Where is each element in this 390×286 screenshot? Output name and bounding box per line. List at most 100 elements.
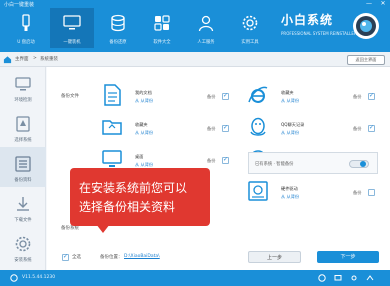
backup-card-favorites: 收藏夹 从 从背份 备份	[247, 84, 387, 112]
card-restore-link[interactable]: 从 从背份	[281, 98, 299, 104]
backup-card-my-documents: 我的文档 从 从背份 备份	[101, 84, 241, 112]
document-icon	[104, 84, 121, 106]
version-icon	[10, 274, 18, 282]
brand-subtitle: PROFESSIONAL SYSTEM REINSTALLER	[281, 31, 357, 36]
message-icon[interactable]	[334, 274, 342, 282]
qq-icon	[250, 117, 266, 136]
step-env-check[interactable]: 环境检测	[0, 67, 46, 107]
card-title: QQ聊天记录	[281, 122, 305, 127]
backup-path-label: 备份位置：	[100, 255, 123, 260]
help-icon[interactable]	[318, 274, 326, 282]
smart-backup-toggle[interactable]	[349, 160, 369, 168]
next-step-button[interactable]: 下一步	[317, 251, 379, 263]
step-label: 环境检测	[14, 98, 32, 103]
tip-line-1: 在安装系统前您可以	[79, 181, 188, 195]
nav-backup-restore[interactable]: 备份还原	[96, 8, 140, 48]
backup-check-label: 备份	[207, 158, 216, 163]
card-title: 桌面	[135, 154, 144, 159]
brand: 小白系统 PROFESSIONAL SYSTEM REINSTALLER	[281, 11, 357, 36]
gear-icon	[242, 15, 258, 31]
app-title: 小白一键重装	[4, 2, 35, 8]
breadcrumb-current: 系统重装	[40, 57, 58, 62]
backup-card-favorites-folder: 收藏夹 从 从背份 备份	[101, 116, 241, 144]
card-restore-link[interactable]: 从 从背份	[281, 130, 299, 136]
card-title: 收藏夹	[281, 90, 294, 95]
backup-checkbox[interactable]	[222, 156, 229, 164]
backup-checkbox[interactable]	[368, 189, 375, 196]
backup-card-hardware-driver: 硬件驱动 从 从背份 备份	[247, 180, 387, 208]
card-title: 我的文档	[135, 90, 152, 95]
card-restore-link[interactable]: 从 从背份	[135, 130, 153, 136]
install-icon	[15, 236, 31, 252]
database-icon	[111, 14, 125, 32]
step-label: 安装系统	[14, 258, 32, 263]
hardware-driver-icon	[248, 181, 268, 201]
card-title: 硬件驱动	[281, 186, 298, 191]
nav-human-service[interactable]: 人工服务	[184, 8, 228, 48]
nav-label: 一键装机	[63, 40, 81, 45]
share-icon[interactable]	[366, 274, 374, 282]
service-icon	[198, 15, 214, 32]
tip-callout-tail	[96, 224, 110, 233]
backup-check-label: 备份	[353, 190, 362, 195]
nav-label: 软件大全	[153, 40, 171, 45]
status-bar: V11.5.44.1230	[0, 270, 390, 286]
smart-backup-label: 已有系统 · 智能备份	[255, 162, 294, 167]
usb-icon	[22, 14, 30, 31]
card-restore-link[interactable]: 从 从背份	[281, 194, 299, 200]
download-icon	[17, 197, 29, 211]
tip-callout: 在安装系统前您可以 选择备份相关资料	[70, 168, 210, 233]
version-text: V11.5.44.1230	[22, 275, 56, 280]
previous-step-button[interactable]: 上一步	[248, 251, 301, 263]
backup-checkbox[interactable]	[368, 124, 375, 132]
backup-card-qq-chat: QQ聊天记录 从 从背份 备份	[247, 116, 387, 144]
nav-software[interactable]: 软件大全	[140, 8, 184, 48]
home-icon[interactable]	[3, 55, 12, 64]
env-check-icon	[15, 77, 31, 91]
step-download-files[interactable]: 下载文件	[0, 187, 46, 227]
nav-tools[interactable]: 实用工具	[228, 8, 272, 48]
app-window: 小白一键重装 — ✕ U 盘启动 一键装机 备份还原 软件大全 人工服务 实用工…	[0, 0, 390, 286]
logo-icon	[353, 13, 379, 39]
step-sidebar: 环境检测 选择系统 备份资料 下载文件 安装系统	[0, 67, 46, 270]
backup-checkbox[interactable]	[222, 92, 229, 100]
ie-favorites-icon	[248, 86, 268, 103]
tip-callout-text: 在安装系统前您可以 选择备份相关资料	[79, 179, 207, 217]
step-label: 下载文件	[14, 218, 32, 223]
backup-checkbox[interactable]	[368, 92, 375, 100]
tip-line-2: 选择备份相关资料	[79, 200, 176, 214]
nav-label: U 盘启动	[17, 40, 35, 45]
backup-check-label: 备份	[353, 126, 362, 131]
backup-checkbox[interactable]	[222, 124, 229, 132]
nav-usb-boot[interactable]: U 盘启动	[4, 8, 48, 48]
settings-icon[interactable]	[350, 274, 358, 282]
backup-path-link[interactable]: D:\XiaoBaiData\	[124, 254, 160, 259]
step-label: 选择系统	[14, 138, 32, 143]
breadcrumb-home[interactable]: 主界面	[15, 56, 29, 62]
toggle-knob	[360, 161, 366, 167]
backup-files-label: 备份文件	[61, 94, 79, 99]
nav-one-click-install[interactable]: 一键装机	[50, 8, 94, 48]
smart-backup-box: 已有系统 · 智能备份	[248, 152, 378, 174]
backup-check-label: 备份	[207, 94, 216, 99]
backup-check-label: 备份	[353, 94, 362, 99]
minimize-icon[interactable]: —	[364, 0, 374, 8]
choose-system-icon	[16, 116, 30, 132]
close-icon[interactable]: ✕	[378, 0, 388, 8]
brand-name: 小白系统	[281, 13, 334, 27]
nav-label: 实用工具	[241, 40, 259, 45]
back-to-main-button[interactable]: 返回主界面	[347, 55, 385, 65]
step-backup-data[interactable]: 备份资料	[0, 147, 46, 187]
backup-data-icon	[15, 156, 31, 172]
card-restore-link[interactable]: 从 从背份	[135, 98, 153, 104]
step-choose-system[interactable]: 选择系统	[0, 107, 46, 147]
select-all-checkbox[interactable]	[62, 253, 69, 261]
backup-check-label: 备份	[207, 126, 216, 131]
step-label: 备份资料	[14, 178, 32, 183]
desktop-icon	[102, 150, 122, 167]
step-install-system[interactable]: 安装系统	[0, 227, 46, 267]
monitor-icon	[63, 15, 81, 30]
nav-label: 备份还原	[109, 40, 127, 45]
select-all-label: 全选	[72, 255, 81, 260]
breadcrumb-separator: >	[33, 56, 37, 61]
